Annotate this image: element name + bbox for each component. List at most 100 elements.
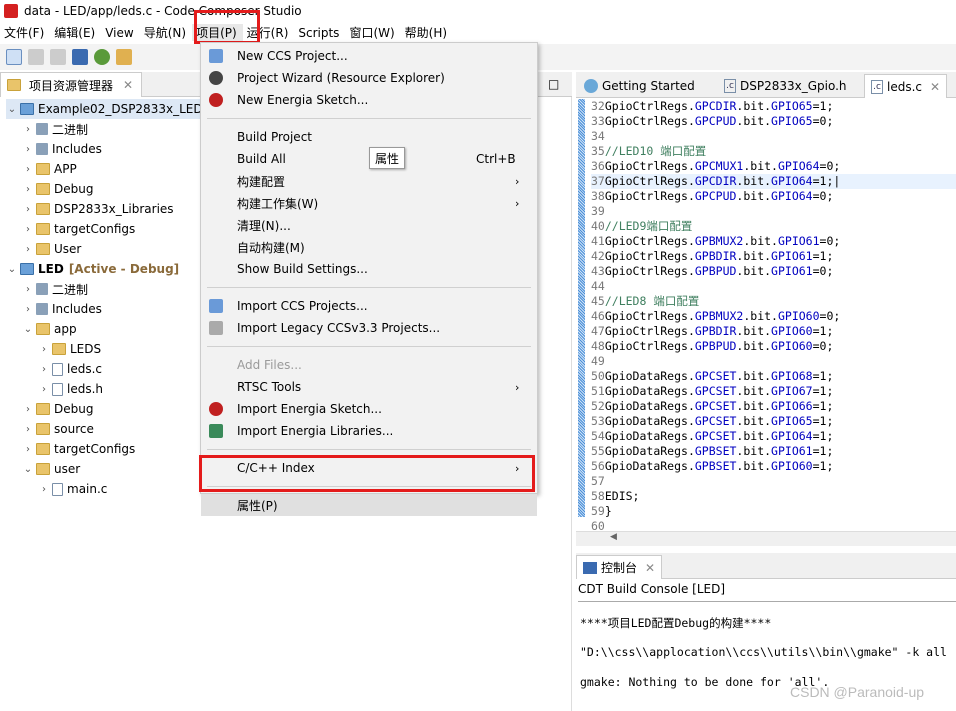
chevron-down-icon[interactable]: ⌄	[6, 264, 18, 275]
code-line[interactable]: 58EDIS;	[591, 489, 956, 504]
code-line[interactable]: 56GpioDataRegs.GPBSET.bit.GPIO60=1;	[591, 459, 956, 474]
chevron-right-icon[interactable]: ›	[38, 384, 50, 395]
explorer-tab[interactable]: 项目资源管理器 ✕	[0, 72, 143, 97]
menu-edit[interactable]: 编辑(E)	[50, 24, 101, 41]
code-line[interactable]: 45//LED8 端口配置	[591, 294, 956, 309]
chevron-down-icon[interactable]: ⌄	[22, 464, 34, 475]
code-line[interactable]: 39	[591, 204, 956, 219]
menu-item[interactable]: RTSC Tools ›	[201, 376, 537, 398]
chevron-right-icon[interactable]: ›	[22, 244, 34, 255]
console-icon[interactable]	[72, 49, 88, 65]
save-all-icon[interactable]	[50, 49, 66, 65]
tree-item[interactable]: ⌄ app	[22, 319, 77, 339]
menu-window[interactable]: 窗口(W)	[345, 24, 400, 41]
menu-scripts[interactable]: Scripts	[294, 26, 345, 40]
chevron-right-icon[interactable]: ›	[38, 344, 50, 355]
code-line[interactable]: 48GpioCtrlRegs.GPBPUD.bit.GPIO60=0;	[591, 339, 956, 354]
menu-item[interactable]: 清理(N)...	[201, 214, 537, 236]
tree-item[interactable]: › 二进制	[22, 279, 88, 299]
code-line[interactable]: 46GpioCtrlRegs.GPBMUX2.bit.GPIO60=0;	[591, 309, 956, 324]
tree-item[interactable]: › targetConfigs	[22, 219, 135, 239]
chevron-down-icon[interactable]: ⌄	[22, 324, 34, 335]
tree-item[interactable]: › Debug	[22, 399, 93, 419]
code-line[interactable]: 54GpioDataRegs.GPCSET.bit.GPIO64=1;	[591, 429, 956, 444]
tree-item[interactable]: › source	[22, 419, 94, 439]
code-line[interactable]: 59}	[591, 504, 956, 519]
horizontal-scrollbar[interactable]: ◀	[576, 531, 956, 546]
tree-item[interactable]: › Includes	[22, 299, 102, 319]
tree-item[interactable]: › targetConfigs	[22, 439, 135, 459]
maximize-icon[interactable]: □	[548, 77, 559, 91]
code-line[interactable]: 35//LED10 端口配置	[591, 144, 956, 159]
console-tab[interactable]: 控制台 ✕	[576, 555, 663, 579]
code-line[interactable]: 50GpioDataRegs.GPCSET.bit.GPIO68=1;	[591, 369, 956, 384]
menu-item[interactable]: Import CCS Projects...	[201, 295, 537, 317]
close-icon[interactable]: ✕	[645, 561, 655, 575]
debug-icon[interactable]	[94, 49, 110, 65]
new-icon[interactable]	[6, 49, 22, 65]
menu-view[interactable]: View	[101, 26, 139, 40]
code-line[interactable]: 43GpioCtrlRegs.GPBPUD.bit.GPIO61=0;	[591, 264, 956, 279]
tree-item[interactable]: › User	[22, 239, 81, 259]
menu-item[interactable]: Import Energia Libraries...	[201, 420, 537, 442]
open-element-icon[interactable]	[116, 49, 132, 65]
tree-item[interactable]: ⌄ user	[22, 459, 80, 479]
tree-item[interactable]: › APP	[22, 159, 77, 179]
chevron-right-icon[interactable]: ›	[22, 424, 34, 435]
code-line[interactable]: 41GpioCtrlRegs.GPBMUX2.bit.GPIO61=0;	[591, 234, 956, 249]
code-line[interactable]: 36GpioCtrlRegs.GPCMUX1.bit.GPIO64=0;	[591, 159, 956, 174]
tree-item[interactable]: › Debug	[22, 179, 93, 199]
menu-help[interactable]: 帮助(H)	[401, 24, 453, 41]
chevron-right-icon[interactable]: ›	[22, 164, 34, 175]
menu-item[interactable]: 自动构建(M)	[201, 236, 537, 258]
chevron-right-icon[interactable]: ›	[22, 124, 34, 135]
tree-item[interactable]: › main.c	[38, 479, 107, 499]
code-line[interactable]: 33GpioCtrlRegs.GPCPUD.bit.GPIO65=0;	[591, 114, 956, 129]
code-line[interactable]: 57	[591, 474, 956, 489]
menu-item[interactable]: Project Wizard (Resource Explorer)	[201, 67, 537, 89]
menu-item[interactable]: New Energia Sketch...	[201, 89, 537, 111]
chevron-right-icon[interactable]: ›	[22, 184, 34, 195]
chevron-right-icon[interactable]: ›	[22, 304, 34, 315]
menu-navigate[interactable]: 导航(N)	[140, 24, 192, 41]
menu-item[interactable]: 构建配置 ›	[201, 170, 537, 192]
close-icon[interactable]: ✕	[930, 80, 940, 94]
save-icon[interactable]	[28, 49, 44, 65]
chevron-right-icon[interactable]: ›	[38, 364, 50, 375]
tree-item[interactable]: › leds.h	[38, 379, 103, 399]
chevron-right-icon[interactable]: ›	[38, 484, 50, 495]
code-line[interactable]: 37GpioCtrlRegs.GPCDIR.bit.GPIO64=1;|	[591, 174, 956, 189]
code-line[interactable]: 53GpioDataRegs.GPCSET.bit.GPIO65=1;	[591, 414, 956, 429]
menu-file[interactable]: 文件(F)	[0, 24, 50, 41]
code-line[interactable]: 34	[591, 129, 956, 144]
code-line[interactable]: 55GpioDataRegs.GPBSET.bit.GPIO61=1;	[591, 444, 956, 459]
menu-item[interactable]: Import Legacy CCSv3.3 Projects...	[201, 317, 537, 339]
tree-item[interactable]: › Includes	[22, 139, 102, 159]
menu-item[interactable]: 属性(P)	[201, 494, 537, 516]
code-line[interactable]: 51GpioDataRegs.GPCSET.bit.GPIO67=1;	[591, 384, 956, 399]
tree-item[interactable]: › leds.c	[38, 359, 102, 379]
tree-item[interactable]: ⌄ Example02_DSP2833x_LED	[6, 99, 207, 119]
code-line[interactable]: 49	[591, 354, 956, 369]
menu-item[interactable]: New CCS Project...	[201, 45, 537, 67]
code-line[interactable]: 47GpioCtrlRegs.GPBDIR.bit.GPIO60=1;	[591, 324, 956, 339]
code-line[interactable]: 42GpioCtrlRegs.GPBDIR.bit.GPIO61=1;	[591, 249, 956, 264]
code-line[interactable]: 32GpioCtrlRegs.GPCDIR.bit.GPIO65=1;	[591, 99, 956, 114]
chevron-right-icon[interactable]: ›	[22, 404, 34, 415]
code-line[interactable]: 38GpioCtrlRegs.GPCPUD.bit.GPIO64=0;	[591, 189, 956, 204]
chevron-right-icon[interactable]: ›	[22, 144, 34, 155]
tab-leds-c[interactable]: .c leds.c ✕	[864, 74, 948, 98]
menu-item[interactable]: 构建工作集(W) ›	[201, 192, 537, 214]
tab-getting-started[interactable]: Getting Started	[578, 74, 701, 98]
tree-item[interactable]: ⌄ LED [Active - Debug]	[6, 259, 179, 279]
tab-dsp2833x-gpio-h[interactable]: .c DSP2833x_Gpio.h	[718, 74, 853, 98]
code-line[interactable]: 52GpioDataRegs.GPCSET.bit.GPIO66=1;	[591, 399, 956, 414]
close-icon[interactable]: ✕	[123, 78, 133, 92]
menu-item[interactable]: Show Build Settings...	[201, 258, 537, 280]
tree-item[interactable]: › 二进制	[22, 119, 88, 139]
tree-item[interactable]: › LEDS	[38, 339, 101, 359]
chevron-right-icon[interactable]: ›	[22, 284, 34, 295]
chevron-right-icon[interactable]: ›	[22, 204, 34, 215]
code-line[interactable]: 44	[591, 279, 956, 294]
tree-item[interactable]: › DSP2833x_Libraries	[22, 199, 174, 219]
